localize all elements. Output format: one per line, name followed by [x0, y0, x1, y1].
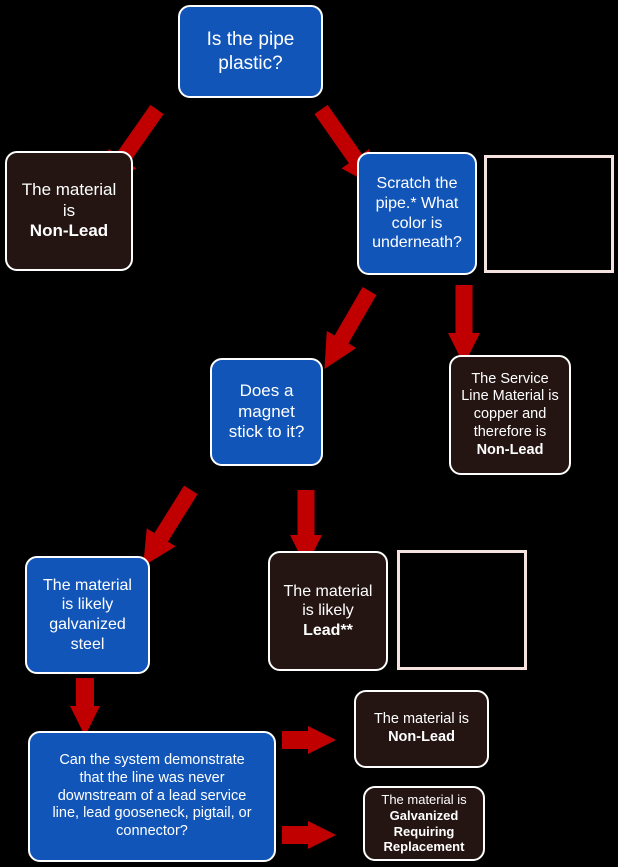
node-label-line: is likely [61, 596, 114, 614]
node-label-line: Replacement [383, 839, 465, 855]
image-placeholder-img-lead-pipe [397, 550, 527, 670]
arrow-shaft [153, 485, 198, 544]
node-label: The material is Non-Lead [362, 711, 481, 746]
flow-arrow [282, 726, 336, 754]
node-q-scratch[interactable]: Scratch the pipe.* What color is underne… [357, 152, 477, 275]
arrow-shaft [297, 490, 315, 537]
node-label-line: The material is [373, 711, 470, 728]
node-label-line: Requiring [393, 823, 455, 839]
flow-arrow [70, 678, 100, 736]
flowchart-canvas: Is the pipe plastic? The material is Non-Le… [0, 0, 618, 867]
node-label-line: Non-Lead [388, 729, 455, 745]
node-label-line: The material is [381, 791, 467, 807]
node-label: The material is likely galvanized steel [33, 576, 142, 654]
arrow-shaft [455, 285, 473, 335]
arrow-head [308, 821, 336, 849]
node-r-nonlead-final[interactable]: The material is Non-Lead [354, 690, 489, 768]
arrow-shaft [282, 731, 310, 749]
node-label: The material is Galvanized Requiring Replac… [371, 792, 477, 855]
node-label-line: Lead** [303, 621, 353, 639]
node-label-line: Non-Lead [29, 221, 109, 241]
node-label-line: The Service [471, 370, 549, 387]
node-label: The material is likely Lead** [276, 582, 380, 641]
flow-arrow [282, 821, 336, 849]
node-label-line: The material [283, 582, 373, 600]
node-label-line: The material [43, 576, 132, 594]
node-r-lead[interactable]: The material is likely Lead** [268, 551, 388, 671]
node-label-line: Non-Lead [476, 441, 544, 458]
node-r-nonlead-plastic[interactable]: The material is Non-Lead [5, 151, 133, 271]
node-label: The Service Line Material is copper and the… [457, 371, 563, 459]
node-q-plastic[interactable]: Is the pipe plastic? [178, 5, 323, 98]
node-q-magnet[interactable]: Does a magnet stick to it? [210, 358, 323, 466]
flow-arrow [448, 285, 480, 365]
node-r-galv-replace[interactable]: The material is Galvanized Requiring Replac… [363, 786, 485, 861]
node-label: The material is Non-Lead [13, 180, 125, 242]
arrow-shaft [76, 678, 94, 708]
node-label-line: Galvanized [389, 807, 459, 823]
node-label-line: therefore is [473, 423, 547, 440]
node-r-galv-steel[interactable]: The material is likely galvanized steel [25, 556, 150, 674]
node-label-line: copper and [473, 406, 547, 423]
node-label-line: is [62, 200, 76, 220]
node-label-line: is likely [302, 602, 354, 620]
arrow-shaft [282, 826, 310, 844]
node-label: Can the system demonstrate that the line… [52, 752, 252, 840]
node-label: Does a magnet stick to it? [228, 380, 305, 442]
node-label: Scratch the pipe.* What color is underne… [372, 175, 462, 252]
node-label-line: galvanized [49, 616, 126, 633]
node-label-line: Line Material is [461, 388, 559, 405]
node-q-downstream[interactable]: Can the system demonstrate that the line… [28, 731, 276, 862]
arrow-shaft [314, 104, 364, 165]
arrow-head [308, 726, 336, 754]
arrow-shaft [333, 287, 377, 346]
node-label: Is the pipe plastic? [206, 29, 295, 74]
node-label-line: steel [70, 635, 105, 653]
node-label-line: The material [21, 179, 117, 199]
node-r-copper[interactable]: The Service Line Material is copper and the… [449, 355, 571, 475]
image-placeholder-img-scratch-color [484, 155, 614, 273]
